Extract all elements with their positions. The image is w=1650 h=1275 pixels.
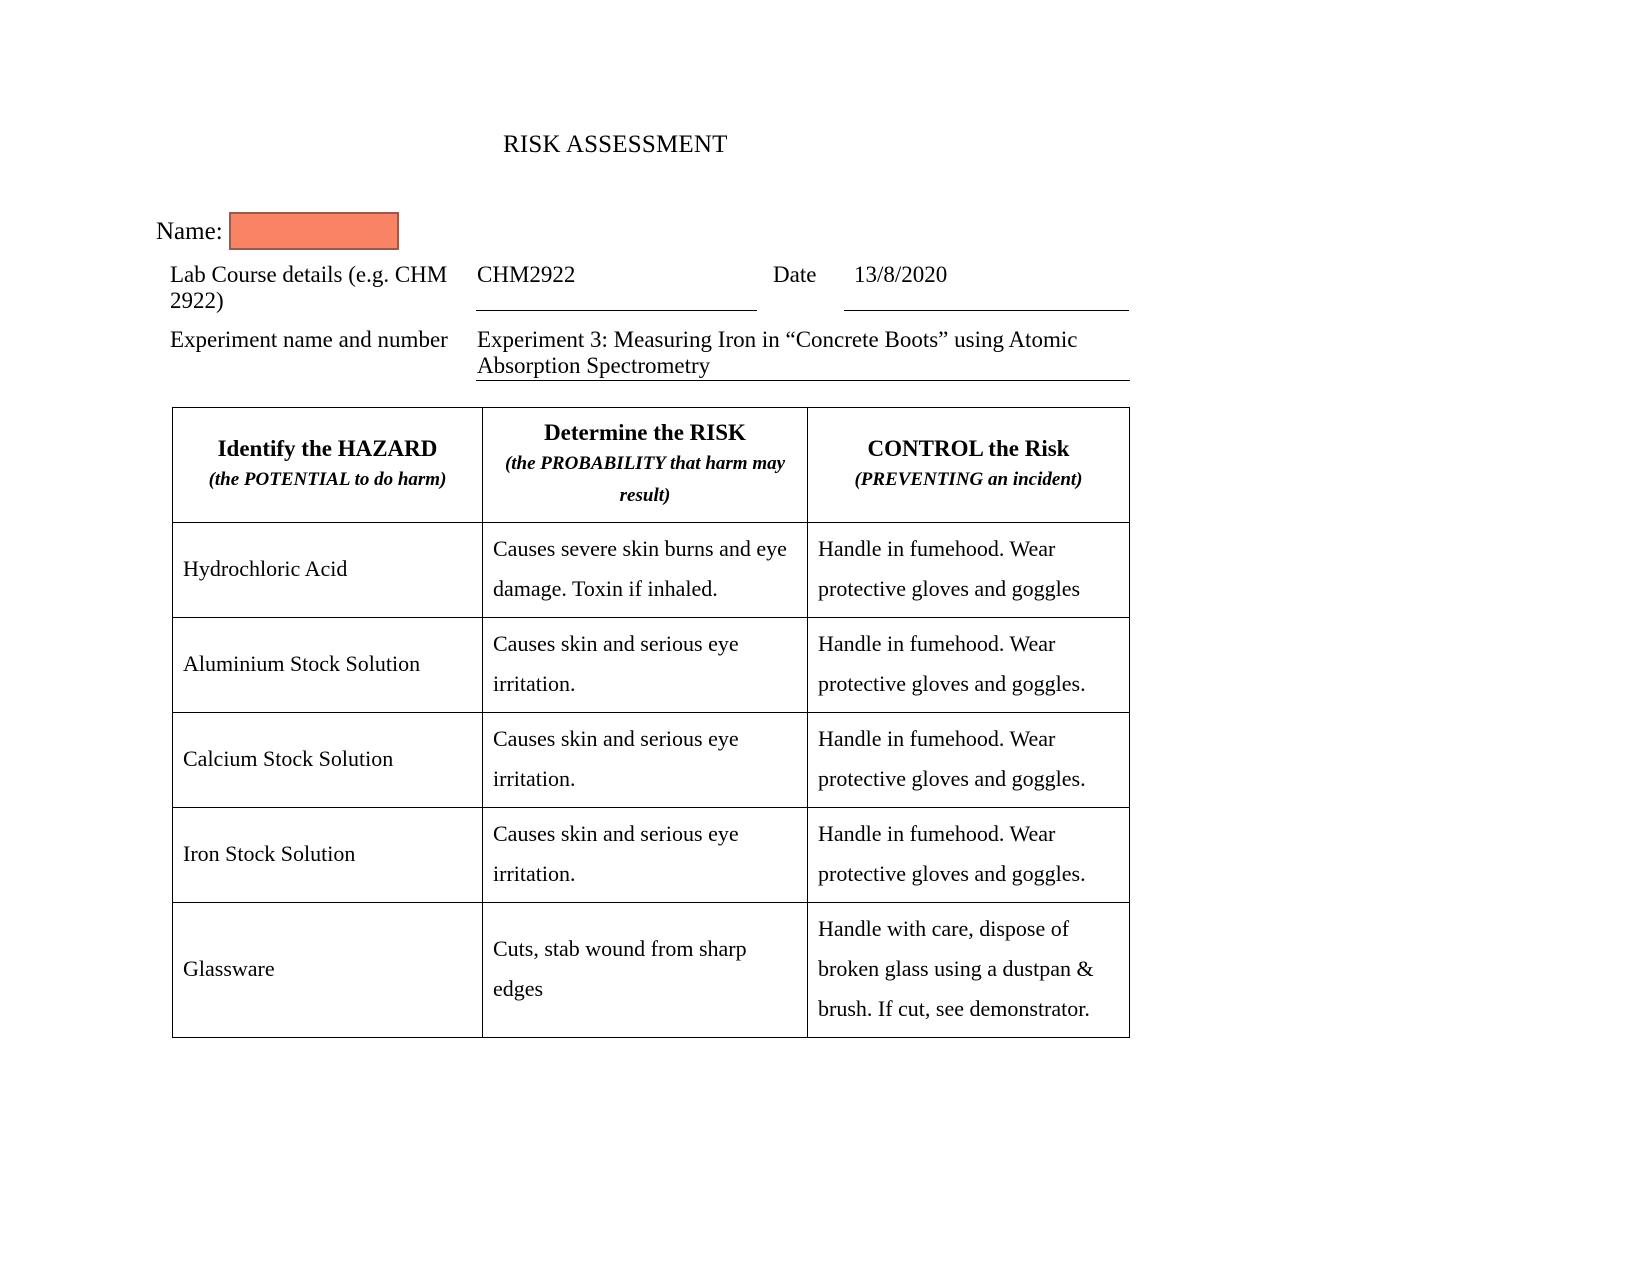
table-body: Hydrochloric Acid Causes severe skin bur… [172, 522, 1130, 1038]
cell-control: Handle in fumehood. Wear protective glov… [807, 522, 1130, 618]
cell-risk: Cuts, stab wound from sharp edges [482, 902, 808, 1038]
cell-control: Handle with care, dispose of broken glas… [807, 902, 1130, 1038]
experiment-row: Experiment name and number Experiment 3:… [170, 327, 1140, 385]
name-label: Name: [156, 217, 223, 245]
risk-assessment-document: RISK ASSESSMENT Name: Lab Course details… [0, 0, 1650, 1275]
column-header-control: CONTROL the Risk (PREVENTING an incident… [807, 407, 1130, 523]
name-redaction-box [228, 212, 399, 250]
column-header-risk-subtitle: (the PROBABILITY that harm may result) [504, 453, 786, 506]
name-field-row: Name: [156, 212, 399, 250]
cell-hazard: Aluminium Stock Solution [172, 617, 483, 713]
date-label: Date [773, 262, 817, 287]
column-header-control-title: CONTROL the Risk [867, 436, 1070, 461]
cell-hazard: Hydrochloric Acid [172, 522, 483, 618]
column-header-hazard-title: Identify the HAZARD [217, 436, 438, 461]
cell-risk: Causes skin and serious eye irritation. [482, 807, 808, 903]
table-header-row: Identify the HAZARD (the POTENTIAL to do… [172, 407, 1130, 523]
cell-control: Handle in fumehood. Wear protective glov… [807, 712, 1130, 808]
date-underline [844, 310, 1129, 311]
page-title: RISK ASSESSMENT [503, 131, 728, 158]
experiment-label: Experiment name and number [170, 327, 448, 352]
column-header-hazard-subtitle: (the POTENTIAL to do harm) [208, 469, 447, 490]
lab-course-underline [476, 310, 757, 311]
table-row: Glassware Cuts, stab wound from sharp ed… [172, 902, 1130, 1038]
cell-risk: Causes severe skin burns and eye damage.… [482, 522, 808, 618]
table-header: Identify the HAZARD (the POTENTIAL to do… [172, 407, 1130, 523]
cell-control: Handle in fumehood. Wear protective glov… [807, 807, 1130, 903]
cell-hazard: Calcium Stock Solution [172, 712, 483, 808]
lab-course-value[interactable]: CHM2922 [477, 262, 757, 288]
cell-hazard: Glassware [172, 902, 483, 1038]
date-value[interactable]: 13/8/2020 [854, 262, 947, 288]
table-row: Calcium Stock Solution Causes skin and s… [172, 712, 1130, 808]
column-header-risk-title: Determine the RISK [544, 420, 746, 445]
cell-hazard: Iron Stock Solution [172, 807, 483, 903]
table-row: Iron Stock Solution Causes skin and seri… [172, 807, 1130, 903]
lab-course-label: Lab Course details (e.g. CHM 2922) [170, 262, 448, 313]
table-row: Hydrochloric Acid Causes severe skin bur… [172, 522, 1130, 618]
column-header-control-subtitle: (PREVENTING an incident) [854, 469, 1083, 490]
column-header-risk: Determine the RISK (the PROBABILITY that… [482, 407, 808, 523]
column-header-hazard: Identify the HAZARD (the POTENTIAL to do… [172, 407, 483, 523]
experiment-underline [476, 380, 1130, 381]
lab-course-row: Lab Course details (e.g. CHM 2922) CHM29… [170, 262, 1140, 320]
cell-risk: Causes skin and serious eye irritation. [482, 712, 808, 808]
table-row: Aluminium Stock Solution Causes skin and… [172, 617, 1130, 713]
cell-risk: Causes skin and serious eye irritation. [482, 617, 808, 713]
cell-control: Handle in fumehood. Wear protective glov… [807, 617, 1130, 713]
experiment-value[interactable]: Experiment 3: Measuring Iron in “Concret… [477, 327, 1117, 379]
risk-assessment-table: Identify the HAZARD (the POTENTIAL to do… [172, 407, 1130, 1038]
